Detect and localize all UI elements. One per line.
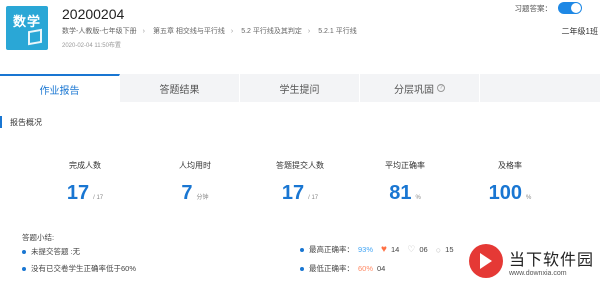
bullet-dot — [22, 249, 26, 254]
report-tabs: 作业报告 答题结果 学生提问 分层巩固? — [0, 74, 600, 102]
bullet-dot — [300, 266, 304, 271]
lowest-value: 60% — [358, 264, 374, 273]
stat-label: 人均用时 — [179, 161, 211, 170]
breadcrumb-chapter[interactable]: 第五章 相交线与平行线 — [153, 28, 225, 35]
stat-label: 完成人数 — [69, 161, 101, 170]
answer-toggle-group: 习题答案： — [514, 2, 582, 14]
breadcrumb-separator: › — [307, 28, 311, 35]
breadcrumb-separator: › — [142, 28, 146, 35]
overview-title: 报告概况 — [10, 117, 42, 127]
breadcrumb-separator: › — [230, 28, 234, 35]
summary-lowest-accuracy: 最低正确率： 60% 04 — [300, 263, 385, 274]
tab-student-questions[interactable]: 学生提问 — [240, 74, 360, 102]
subject-icon: 数学 — [6, 6, 48, 50]
stat-unit: 分钟 — [196, 195, 209, 201]
watermark-text: 当下软件园 www.downxia.com — [509, 246, 594, 277]
stat-unit: % — [526, 195, 532, 201]
answer-toggle-label: 习题答案： — [514, 3, 553, 13]
summary-title: 答题小结: — [22, 233, 55, 242]
stat-avg-accuracy: 平均正确率 81% — [355, 160, 455, 204]
stat-value: 7 分钟 — [145, 182, 245, 205]
stat-value: 17/ 17 — [250, 182, 350, 205]
tab-answer-results[interactable]: 答题结果 — [120, 74, 240, 102]
watermark-url: www.downxia.com — [508, 269, 567, 277]
tab-homework-report[interactable]: 作业报告 — [0, 74, 120, 102]
toggle-knob — [571, 3, 581, 13]
stat-label: 平均正确率 — [385, 161, 425, 170]
bullet-dot — [22, 266, 26, 271]
count-value: 04 — [377, 264, 386, 273]
publish-time: 2020-02-04 11:50布置 — [62, 43, 121, 49]
watermark-name: 当下软件园 — [508, 251, 594, 269]
summary-text: 没有已交卷学生正确率低于60% — [31, 264, 137, 273]
stat-value: 100% — [460, 182, 560, 205]
breadcrumb: 数学-人教版-七年级下册 › 第五章 相交线与平行线 › 5.2 平行线及其判定 › … — [62, 26, 363, 36]
stat-number: 100 — [488, 182, 523, 204]
tab-label: 答题结果 — [159, 84, 200, 96]
stat-number: 81 — [389, 182, 412, 204]
circle-icon[interactable]: ○ — [436, 245, 441, 255]
summary-highest-accuracy: 最高正确率： 93% ♥ 14 ♡ 06 ○ 15 — [300, 244, 454, 255]
homework-title: 20200204 — [62, 6, 125, 22]
breadcrumb-subsection[interactable]: 5.2.1 平行线 — [318, 28, 357, 35]
tab-label: 作业报告 — [39, 85, 80, 97]
summary-low-accuracy: 没有已交卷学生正确率低于60% — [22, 263, 136, 274]
cube-icon — [28, 28, 42, 46]
subject-icon-label: 数学 — [13, 14, 42, 29]
stat-number: 17 — [281, 182, 305, 204]
stat-submitted: 答题提交人数 17/ 17 — [250, 160, 350, 204]
stat-label: 答题提交人数 — [276, 161, 324, 170]
play-logo-icon — [468, 244, 503, 278]
count-value: 15 — [445, 245, 454, 254]
summary-unsubmitted: 未提交答题 :无 — [22, 246, 80, 257]
stat-unit: / 17 — [93, 195, 104, 201]
highest-value: 93% — [358, 245, 374, 254]
stat-number: 17 — [66, 182, 90, 204]
count-value: 14 — [390, 245, 400, 254]
heart-outline-icon[interactable]: ♡ — [407, 244, 415, 255]
stat-unit: % — [415, 195, 421, 201]
stat-unit: / 17 — [308, 195, 319, 201]
tab-label: 分层巩固 — [394, 84, 434, 96]
section-accent-bar — [0, 116, 2, 128]
class-name[interactable]: 二年级1班 — [562, 26, 598, 37]
tab-bar-filler — [480, 74, 600, 102]
stat-label: 及格率 — [498, 161, 522, 170]
breadcrumb-section[interactable]: 5.2 平行线及其判定 — [241, 28, 302, 35]
stat-avg-time: 人均用时 7 分钟 — [145, 160, 245, 204]
watermark: 当下软件园 www.downxia.com — [468, 244, 594, 278]
bullet-dot — [300, 247, 304, 252]
lowest-label: 最低正确率： — [309, 264, 354, 273]
count-value: 06 — [419, 245, 428, 254]
stat-value: 81% — [355, 182, 455, 205]
answer-toggle[interactable] — [558, 2, 582, 14]
stat-number: 7 — [181, 182, 193, 204]
breadcrumb-book[interactable]: 数学-人教版-七年级下册 — [62, 28, 137, 35]
summary-text: 未提交答题 :无 — [31, 247, 81, 256]
overview-section-header: 报告概况 — [0, 116, 42, 128]
stat-value: 17/ 17 — [35, 182, 135, 205]
heart-icon[interactable]: ♥ — [381, 244, 387, 255]
homework-header: 数学 20200204 数学-人教版-七年级下册 › 第五章 相交线与平行线 › 5… — [0, 0, 600, 68]
stat-completed: 完成人数 17/ 17 — [35, 160, 135, 204]
tab-layered-consolidation[interactable]: 分层巩固? — [360, 74, 480, 102]
highest-label: 最高正确率： — [309, 245, 354, 254]
tab-label: 学生提问 — [279, 84, 320, 96]
help-icon[interactable]: ? — [437, 84, 445, 92]
stat-pass-rate: 及格率 100% — [460, 160, 560, 204]
